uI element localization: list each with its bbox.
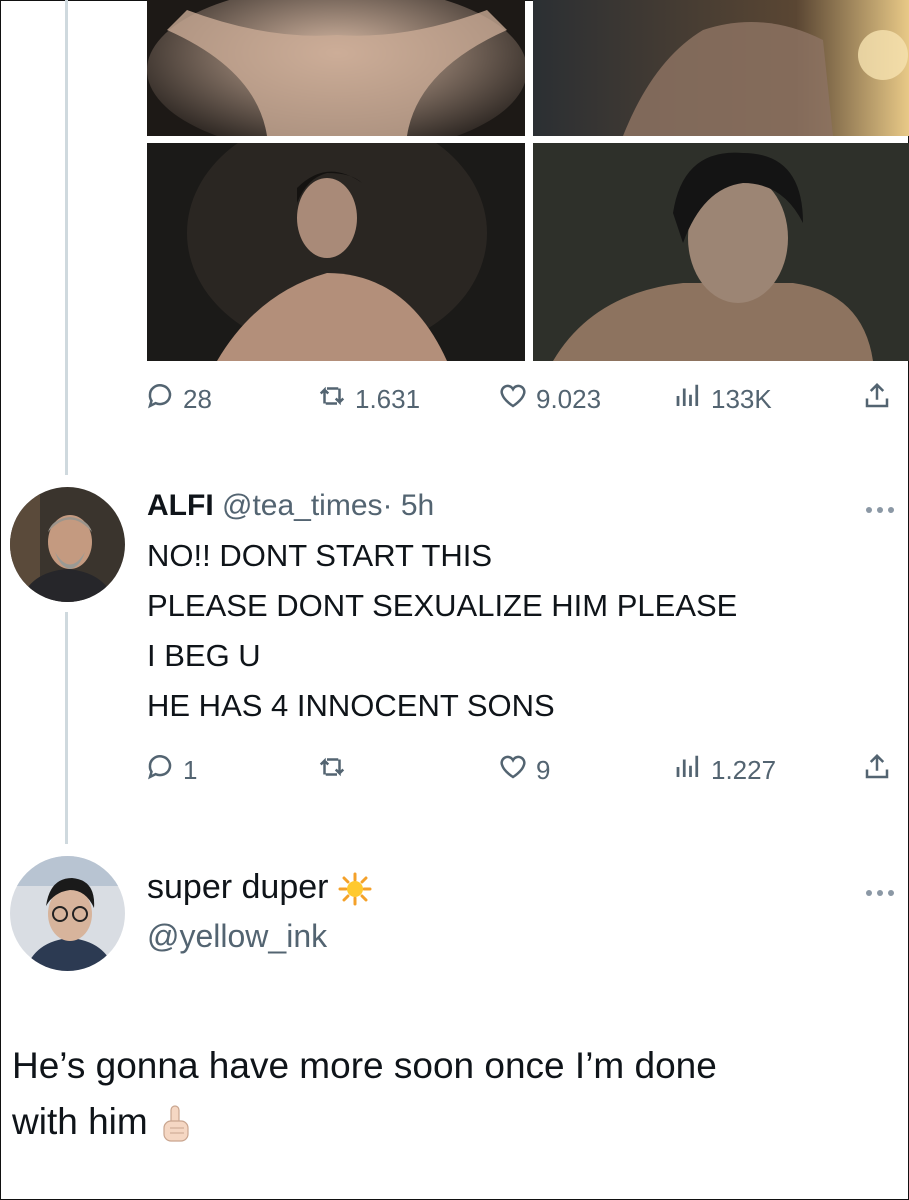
reply-button[interactable]: 28 (145, 381, 212, 418)
retweet-icon (317, 381, 347, 418)
share-icon (862, 752, 892, 789)
more-icon-dot (877, 890, 883, 896)
tweet-line: HE HAS 4 INNOCENT SONS (147, 688, 555, 723)
tweet-action-bar: 28 1.631 9.023 133K (0, 381, 909, 421)
retweet-count: 1.631 (355, 384, 421, 414)
user-handle[interactable]: @tea_times (222, 489, 383, 522)
retweet-button[interactable] (317, 752, 355, 789)
views-button[interactable]: 133K (673, 381, 772, 418)
tweet-line: I BEG U (147, 638, 261, 673)
avatar[interactable] (10, 487, 125, 602)
separator-dot: · (382, 489, 393, 522)
tweet-action-bar: 1 9 1.227 (0, 752, 909, 792)
views-button[interactable]: 1.227 (673, 752, 776, 789)
share-button[interactable] (862, 752, 892, 789)
reply-icon (145, 752, 175, 789)
media-photo-3[interactable] (147, 143, 525, 361)
like-count: 9.023 (536, 384, 602, 414)
views-icon (673, 381, 703, 418)
tweet-text: NO!! DONT START THIS PLEASE DONT SEXUALI… (147, 531, 737, 731)
reply-text: He’s gonna have more soon once I’m done … (12, 1038, 892, 1150)
more-button[interactable] (866, 886, 902, 900)
display-name[interactable]: super duper (147, 868, 328, 906)
heart-icon (498, 752, 528, 789)
like-button[interactable]: 9 (498, 752, 550, 789)
tweet-line: NO!! DONT START THIS (147, 538, 493, 573)
timestamp[interactable]: 5h (401, 489, 434, 522)
pointing-up-emoji-icon (158, 1104, 192, 1144)
display-name[interactable]: ALFI (147, 489, 214, 522)
share-icon (862, 381, 892, 418)
views-count: 133K (711, 384, 772, 414)
like-button[interactable]: 9.023 (498, 381, 601, 418)
tweet-header: super duper (147, 868, 372, 907)
views-count: 1.227 (711, 755, 777, 785)
tweet-handle-line: @yellow_ink (147, 918, 327, 955)
thread-line (65, 612, 68, 844)
reply-button[interactable]: 1 (145, 752, 197, 789)
more-icon (866, 507, 872, 513)
reply-line-2: with him (12, 1094, 892, 1150)
media-photo-1[interactable] (147, 0, 525, 136)
views-icon (673, 752, 703, 789)
tweet-header: ALFI @tea_times· 5h (147, 489, 434, 523)
media-photo-2[interactable] (533, 0, 909, 136)
media-photo-4[interactable] (533, 143, 909, 361)
reply-count: 28 (183, 384, 212, 414)
user-handle[interactable]: @yellow_ink (147, 918, 327, 954)
more-icon-dot (888, 507, 894, 513)
retweet-icon (317, 752, 347, 789)
more-icon-dot (877, 507, 883, 513)
like-count: 9 (536, 755, 551, 785)
more-icon-dot (888, 890, 894, 896)
avatar[interactable] (10, 856, 125, 971)
retweet-button[interactable]: 1.631 (317, 381, 420, 418)
reply-icon (145, 381, 175, 418)
heart-icon (498, 381, 528, 418)
reply-line: He’s gonna have more soon once I’m done (12, 1045, 717, 1086)
more-icon (866, 890, 872, 896)
reply-line-text: with him (12, 1101, 148, 1142)
tweet-line: PLEASE DONT SEXUALIZE HIM PLEASE (147, 588, 738, 623)
sun-emoji-icon (338, 872, 372, 906)
more-button[interactable] (866, 503, 902, 517)
reply-count: 1 (183, 755, 198, 785)
share-button[interactable] (862, 381, 892, 418)
